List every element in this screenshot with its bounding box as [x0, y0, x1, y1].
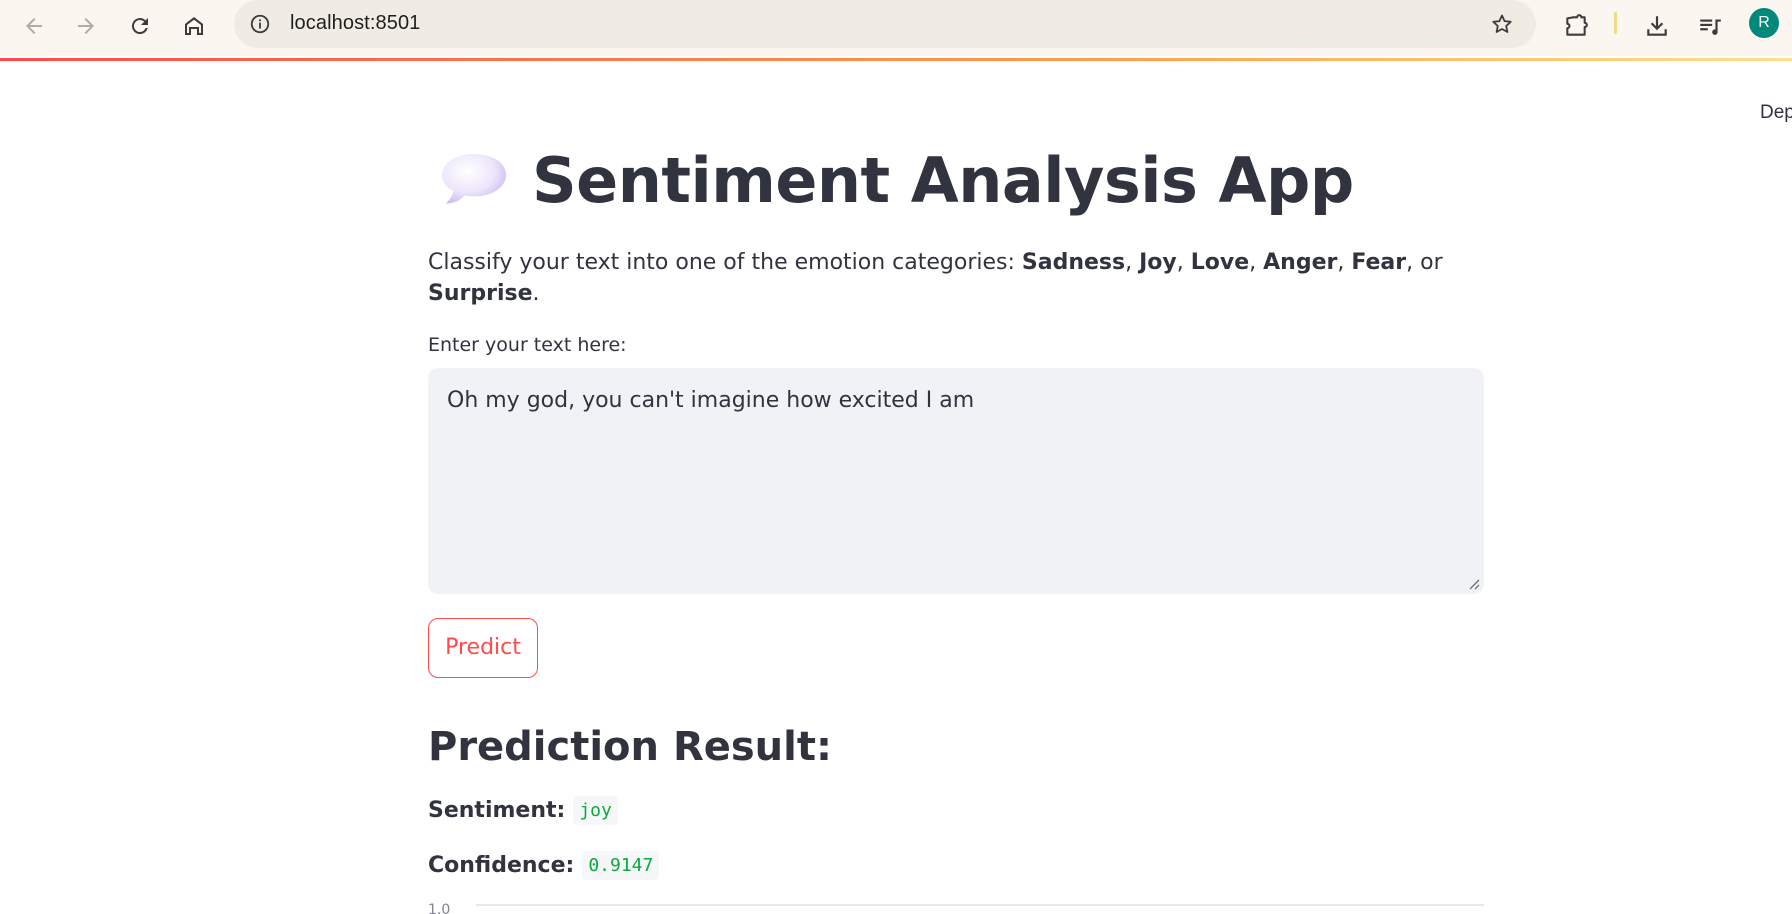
back-button[interactable] — [14, 6, 54, 46]
media-queue-icon[interactable] — [1690, 6, 1730, 46]
url-text[interactable]: localhost:8501 — [290, 12, 420, 35]
deploy-button[interactable]: Deploy — [1760, 102, 1792, 124]
sentiment-value: joy — [573, 795, 618, 825]
text-input-value[interactable]: Oh my god, you can't imagine how excited… — [447, 388, 974, 413]
reload-button[interactable] — [120, 6, 160, 46]
result-heading: Prediction Result: — [428, 723, 832, 770]
browser-toolbar: localhost:8501 R — [0, 0, 1792, 56]
info-icon[interactable] — [246, 10, 274, 38]
description-prefix: Classify your text into one of the emoti… — [428, 250, 1022, 275]
confidence-row: Confidence: 0.9147 — [428, 850, 1484, 880]
separator: , — [1176, 250, 1191, 275]
description-suffix: . — [532, 280, 540, 306]
toolbar-divider — [1614, 12, 1617, 34]
address-bar[interactable]: localhost:8501 — [234, 0, 1536, 48]
app-description: Classify your text into one of the emoti… — [428, 248, 1484, 310]
home-icon — [185, 17, 203, 35]
emotion-love: Love — [1190, 250, 1250, 275]
speech-bubble-icon — [442, 154, 506, 204]
predict-button[interactable]: Predict — [428, 617, 538, 678]
confidence-value: 0.9147 — [582, 850, 660, 880]
star-icon[interactable] — [1488, 10, 1516, 38]
arrow-right-icon — [78, 18, 94, 34]
download-icon[interactable] — [1637, 6, 1677, 46]
avatar[interactable]: R — [1749, 8, 1779, 38]
emotion-surprise: Surprise — [428, 280, 533, 306]
chart-gridline — [476, 904, 1484, 906]
emotion-anger: Anger — [1263, 250, 1338, 275]
sentiment-row: Sentiment: joy — [428, 795, 1484, 825]
reload-icon — [131, 18, 148, 35]
chart-tick-label: 1.0 — [428, 902, 451, 914]
separator: , or — [1406, 250, 1443, 275]
confidence-label: Confidence: — [428, 852, 575, 878]
decoration-bar — [0, 58, 1792, 61]
emotion-joy: Joy — [1139, 250, 1177, 275]
puzzle-icon[interactable] — [1556, 6, 1596, 46]
main-content: Sentiment Analysis App Classify your tex… — [428, 130, 1484, 880]
forward-button[interactable] — [66, 6, 106, 46]
resize-grip-icon[interactable] — [1468, 578, 1480, 590]
text-input-label: Enter your text here: — [428, 333, 627, 356]
page-title: Sentiment Analysis App — [532, 143, 1354, 217]
title-row: Sentiment Analysis App — [428, 130, 1484, 230]
emotion-sadness: Sadness — [1021, 250, 1126, 275]
home-button[interactable] — [174, 6, 214, 46]
separator: , — [1125, 250, 1140, 275]
text-input[interactable]: Oh my god, you can't imagine how excited… — [428, 367, 1484, 594]
separator: , — [1337, 250, 1352, 275]
arrow-left-icon — [26, 18, 42, 34]
sentiment-label: Sentiment: — [428, 797, 566, 823]
separator: , — [1249, 250, 1264, 275]
emotion-fear: Fear — [1351, 250, 1407, 275]
confidence-chart: 1.0 — [428, 900, 1484, 914]
